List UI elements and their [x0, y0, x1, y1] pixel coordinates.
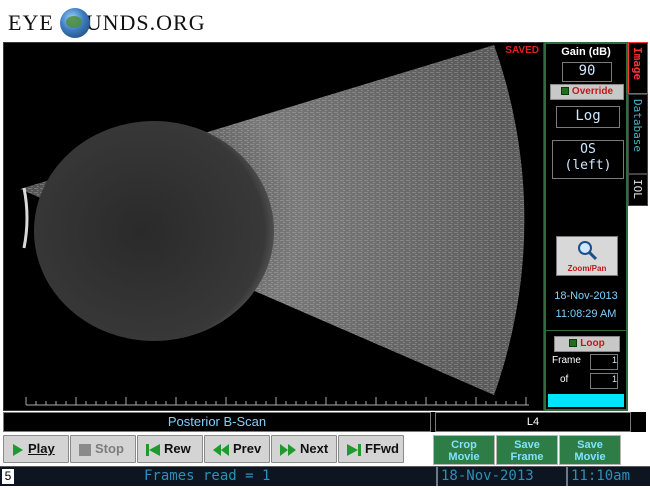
probe-label: L4	[435, 412, 631, 432]
save-movie-button[interactable]: Save Movie	[559, 435, 621, 465]
logo-text-right: UNDS.ORG	[85, 10, 206, 35]
progress-bar[interactable]	[548, 394, 624, 407]
loop-led-icon	[569, 339, 578, 348]
magnifier-icon	[578, 241, 598, 261]
gain-title: Gain (dB)	[561, 46, 611, 58]
override-label: Override	[571, 86, 614, 97]
side-panel: Gain (dB) 90 Override Log OS (left) Zoom…	[544, 42, 628, 411]
override-button[interactable]: Override	[550, 84, 624, 100]
vitreous-cavity	[34, 121, 274, 341]
eye-side-line2: (left)	[564, 158, 612, 173]
next-icon	[280, 443, 296, 456]
globe-eye-icon	[60, 8, 90, 38]
zoom-pan-button[interactable]: Zoom/Pan	[556, 236, 618, 276]
tab-database[interactable]: Database	[628, 94, 648, 174]
saved-indicator: SAVED	[505, 45, 539, 56]
depth-scale	[25, 397, 527, 405]
status-date: 18-Nov-2013	[436, 467, 566, 486]
gain-value[interactable]: 90	[562, 62, 612, 82]
next-button[interactable]: Next	[271, 435, 337, 463]
frame-total[interactable]: 1	[590, 373, 618, 389]
override-led-icon	[560, 87, 569, 96]
status-number: 5	[2, 469, 14, 484]
info-row: Posterior B-Scan L4	[3, 412, 646, 432]
scale-mode-value[interactable]: Log	[556, 106, 620, 128]
zoom-pan-label: Zoom/Pan	[567, 264, 607, 273]
play-button[interactable]: Play	[3, 435, 69, 463]
rewind-icon	[146, 443, 160, 456]
view-label: Posterior B-Scan	[3, 412, 431, 432]
previous-icon	[213, 443, 229, 456]
status-time: 11:10am	[566, 467, 650, 486]
frame-number[interactable]: 1	[590, 354, 618, 370]
eyerounds-logo: EYE UNDS.ORG	[8, 6, 208, 40]
ultrasound-fan-image	[20, 45, 529, 406]
tab-iol[interactable]: IOL	[628, 174, 648, 206]
loop-label: Loop	[580, 338, 605, 349]
frame-label: Frame	[552, 355, 581, 366]
fast-forward-button[interactable]: FFwd	[338, 435, 404, 463]
of-label: of	[560, 374, 569, 385]
loop-button[interactable]: Loop	[554, 336, 620, 352]
crop-movie-button[interactable]: Crop Movie	[433, 435, 495, 465]
status-bar: 5 Frames read = 1 18-Nov-2013 11:10am	[0, 466, 650, 486]
play-icon	[13, 443, 23, 456]
eye-side-display[interactable]: OS (left)	[552, 140, 624, 179]
save-frame-button[interactable]: Save Frame	[496, 435, 558, 465]
logo-text-left: EYE	[8, 10, 54, 35]
eye-side-line1: OS	[580, 142, 596, 157]
fast-forward-icon	[347, 443, 361, 456]
previous-button[interactable]: Prev	[204, 435, 270, 463]
stop-button[interactable]: Stop	[70, 435, 136, 463]
vertical-tab-strip: Image Database IOL	[628, 42, 648, 206]
side-date: 18-Nov-2013	[554, 290, 618, 302]
side-time: 11:08:29 AM	[555, 308, 617, 320]
stop-icon	[79, 443, 91, 456]
playback-controls: Play Stop Rew Prev Next FFwd Crop Movie …	[0, 432, 650, 466]
tab-image[interactable]: Image	[628, 42, 648, 94]
rewind-button[interactable]: Rew	[137, 435, 203, 463]
frames-read-text: Frames read = 1	[144, 468, 271, 484]
b-scan-image[interactable]: SAVED	[3, 42, 544, 411]
